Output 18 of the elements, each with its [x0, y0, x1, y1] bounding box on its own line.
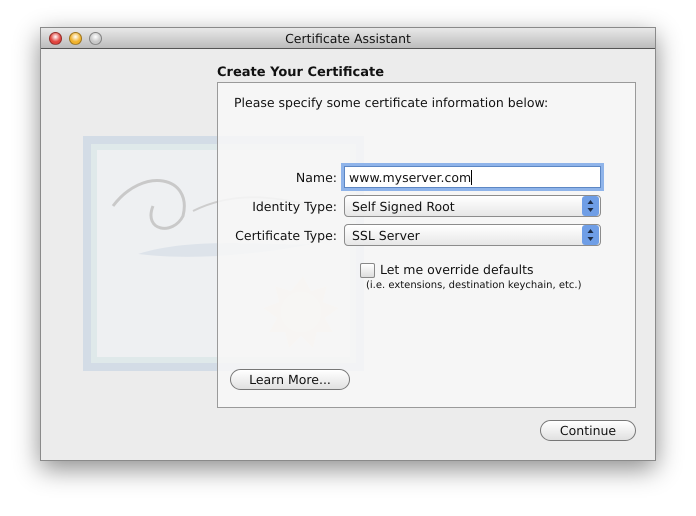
- up-down-arrows-icon: [582, 196, 599, 216]
- name-field[interactable]: www.myserver.com: [344, 166, 601, 188]
- up-down-arrows-icon: [582, 225, 599, 245]
- window-title: Certificate Assistant: [285, 30, 411, 46]
- field-label: Identity Type:: [251, 198, 337, 214]
- field-label: Name:: [294, 170, 337, 184]
- checkbox[interactable]: [360, 263, 375, 278]
- checkbox-label: Let me override defaults: [380, 262, 535, 277]
- checkbox-hint: (i.e. extensions, destination keychain, etc.): [366, 280, 582, 291]
- field-label: Certificate Type:: [234, 228, 337, 242]
- section-heading: Create Your Certificate: [216, 64, 386, 82]
- continue-button[interactable]: Continue: [540, 420, 636, 441]
- popup-menu[interactable]: SSL Server: [344, 224, 601, 246]
- close-window-button[interactable]: [49, 32, 62, 44]
- popup-menu[interactable]: Self Signed Root: [344, 195, 601, 217]
- learn-more-button[interactable]: Learn More...: [230, 369, 350, 390]
- minimize-window-button[interactable]: [69, 32, 82, 44]
- instruction-text: Please specify some certificate information below:: [234, 95, 550, 110]
